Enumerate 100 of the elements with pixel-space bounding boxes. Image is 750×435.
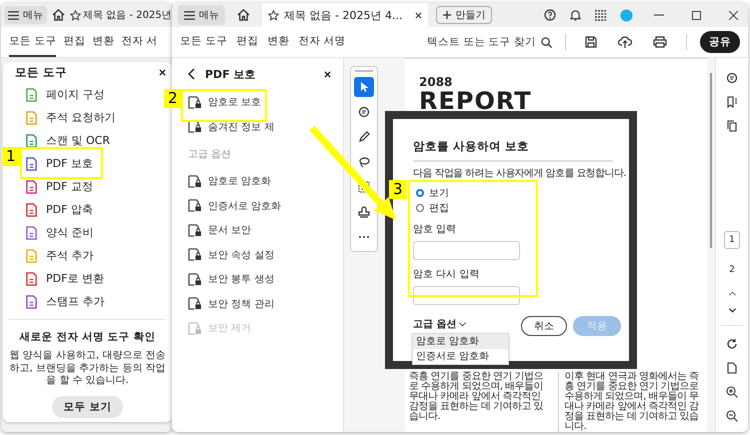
- home-icon[interactable]: [237, 9, 250, 21]
- menu-icon: [8, 10, 19, 20]
- promo-text: 웹 양식을 사용하고, 대량으로 전송하고, 브랜딩을 추가하는 등의 작업을 할 수 있습니다.: [9, 350, 166, 388]
- document-icon[interactable]: [726, 362, 738, 374]
- share-button[interactable]: 공유: [700, 31, 740, 53]
- lock-document-icon: [188, 297, 202, 310]
- print-icon[interactable]: [653, 36, 667, 48]
- save-icon[interactable]: [585, 36, 597, 48]
- report-heading: REPORT: [419, 89, 533, 113]
- tool-item[interactable]: 암호로 보호: [188, 90, 262, 114]
- dialog-title: 암호를 사용하여 보호: [413, 133, 613, 162]
- bell-icon[interactable]: [570, 9, 581, 21]
- menu-button[interactable]: 메뉴: [4, 6, 47, 24]
- body-paragraph: 이후 현대 연극과 영화에서는 즉흥 연기를 중요한 연기 기법으로 수용하게 되었으며, 배우들이 무대나 카메라 앞에서 즉각적인 감정을 표현하는 데 기여하고 있습니다.: [558, 372, 707, 432]
- step-number: 1: [2, 147, 20, 166]
- close-icon[interactable]: [415, 12, 422, 18]
- radio-button[interactable]: [416, 204, 424, 212]
- lock-document-icon: [188, 120, 202, 134]
- tool-item[interactable]: PDF 교정: [25, 175, 93, 198]
- lock-document-icon: [188, 224, 202, 237]
- zoom-out-icon[interactable]: [726, 410, 738, 422]
- toolbar-tab[interactable]: 편집: [236, 27, 258, 57]
- bookmark-icon[interactable]: [726, 96, 738, 108]
- tool-item[interactable]: 스캔 및 OCR: [25, 129, 110, 152]
- search-field[interactable]: 텍스트 또는 도구 찾기: [426, 35, 552, 49]
- tool-item[interactable]: 암호로 암호화: [188, 169, 272, 194]
- help-icon[interactable]: [544, 9, 556, 21]
- page-number[interactable]: 2: [724, 261, 740, 279]
- search-icon: [541, 36, 552, 48]
- apps-grid-icon[interactable]: [595, 10, 606, 20]
- tool-item[interactable]: 스탬프 추가: [25, 290, 104, 313]
- tool-item[interactable]: 보안 봉투 생성: [188, 267, 274, 292]
- tool-item[interactable]: 양식 준비: [25, 221, 94, 244]
- close-icon[interactable]: [159, 69, 166, 76]
- field-label: 암호 다시 입력: [413, 268, 480, 281]
- toolbar-tab[interactable]: 편집: [63, 27, 86, 57]
- step-number: 2: [164, 89, 182, 108]
- maximize-icon[interactable]: [692, 10, 701, 20]
- lock-document-icon: [188, 199, 202, 212]
- plus-icon: [443, 11, 452, 19]
- tool-item[interactable]: 주석 요청하기: [25, 106, 116, 129]
- toolbar-tab[interactable]: 모든 도구: [9, 27, 56, 57]
- field-label: 암호 입력: [413, 223, 458, 236]
- toolbar-tab[interactable]: 변환: [92, 27, 114, 57]
- home-icon[interactable]: [52, 9, 65, 21]
- lock-document-icon: [188, 248, 202, 262]
- cursor-icon[interactable]: [354, 77, 374, 97]
- tool-item[interactable]: 페이지 구성: [25, 83, 104, 106]
- star-icon: [268, 10, 279, 20]
- tool-item[interactable]: 보안 속성 설정: [188, 242, 274, 267]
- toolbar-tab[interactable]: 전자 서명: [298, 27, 346, 57]
- section-label: 고급 옵션: [188, 148, 232, 162]
- chevron-icon: [459, 322, 466, 327]
- document-tab[interactable]: 제목 없음 - 2025년 4...: [262, 3, 428, 27]
- cancel-button[interactable]: 취소: [521, 316, 567, 336]
- document-tab[interactable]: 제목 없음 - 2025년: [70, 3, 172, 27]
- tool-item[interactable]: PDF로 변환: [25, 267, 104, 290]
- advanced-options-toggle[interactable]: 고급 옵션: [413, 318, 466, 331]
- tool-item[interactable]: 보안 정책 관리: [188, 292, 274, 316]
- tool-item[interactable]: 문서 보안: [188, 218, 252, 242]
- panel-title: PDF 보호: [205, 66, 256, 82]
- tool-item[interactable]: PDF 압축: [25, 198, 93, 221]
- cloud-upload-icon[interactable]: [618, 36, 632, 48]
- page-number[interactable]: 1: [724, 231, 740, 249]
- tool-item[interactable]: 인증서로 암호화: [188, 194, 282, 218]
- toolbar-tab[interactable]: 모든 도구: [180, 27, 228, 57]
- new-tab-button[interactable]: 만들기: [436, 6, 492, 24]
- lock-document-icon: [188, 272, 202, 286]
- view-all-button[interactable]: 모두 보기: [52, 396, 124, 418]
- comment-icon[interactable]: [726, 72, 738, 84]
- menu-button[interactable]: 메뉴: [178, 5, 225, 25]
- chevron-up-icon[interactable]: [728, 291, 736, 296]
- menu-option[interactable]: 암호로 암호화: [413, 334, 508, 349]
- zoom-in-icon[interactable]: [726, 386, 738, 398]
- lock-document-icon: [188, 174, 202, 188]
- tool-item[interactable]: 주석 추가: [25, 244, 94, 267]
- dialog-description: 다음 작업을 하려는 사용자에게 암호를 요청합니다.: [413, 167, 626, 180]
- panel-title: 모든 도구: [15, 65, 68, 80]
- lock-document-icon: [188, 96, 202, 109]
- radio-button[interactable]: [416, 188, 424, 196]
- toolbar-tab[interactable]: 변환: [267, 27, 290, 57]
- pages-icon[interactable]: [726, 120, 738, 132]
- radio-option[interactable]: 보기: [416, 185, 621, 200]
- password-field[interactable]: [413, 241, 520, 260]
- toolbar-tab[interactable]: 전자 서: [121, 27, 158, 57]
- back-icon[interactable]: [188, 68, 195, 80]
- tool-item[interactable]: 숨겨진 정보 제: [188, 114, 274, 139]
- close-icon[interactable]: [729, 10, 738, 20]
- tool-item[interactable]: PDF 보호: [25, 152, 93, 175]
- menu-icon: [184, 10, 195, 20]
- lock-document-icon: [188, 322, 202, 335]
- star-icon: [70, 10, 81, 20]
- close-icon[interactable]: [324, 70, 331, 78]
- radio-option[interactable]: 편집: [416, 200, 621, 215]
- chevron-down-icon[interactable]: [728, 308, 736, 313]
- step-number: 3: [389, 180, 407, 199]
- promo-title: 새로운 전자 서명 도구 확인: [20, 330, 156, 344]
- rotate-icon[interactable]: [726, 338, 738, 350]
- menu-option[interactable]: 인증서로 암호화: [413, 349, 508, 364]
- report-number: 2088: [419, 75, 454, 89]
